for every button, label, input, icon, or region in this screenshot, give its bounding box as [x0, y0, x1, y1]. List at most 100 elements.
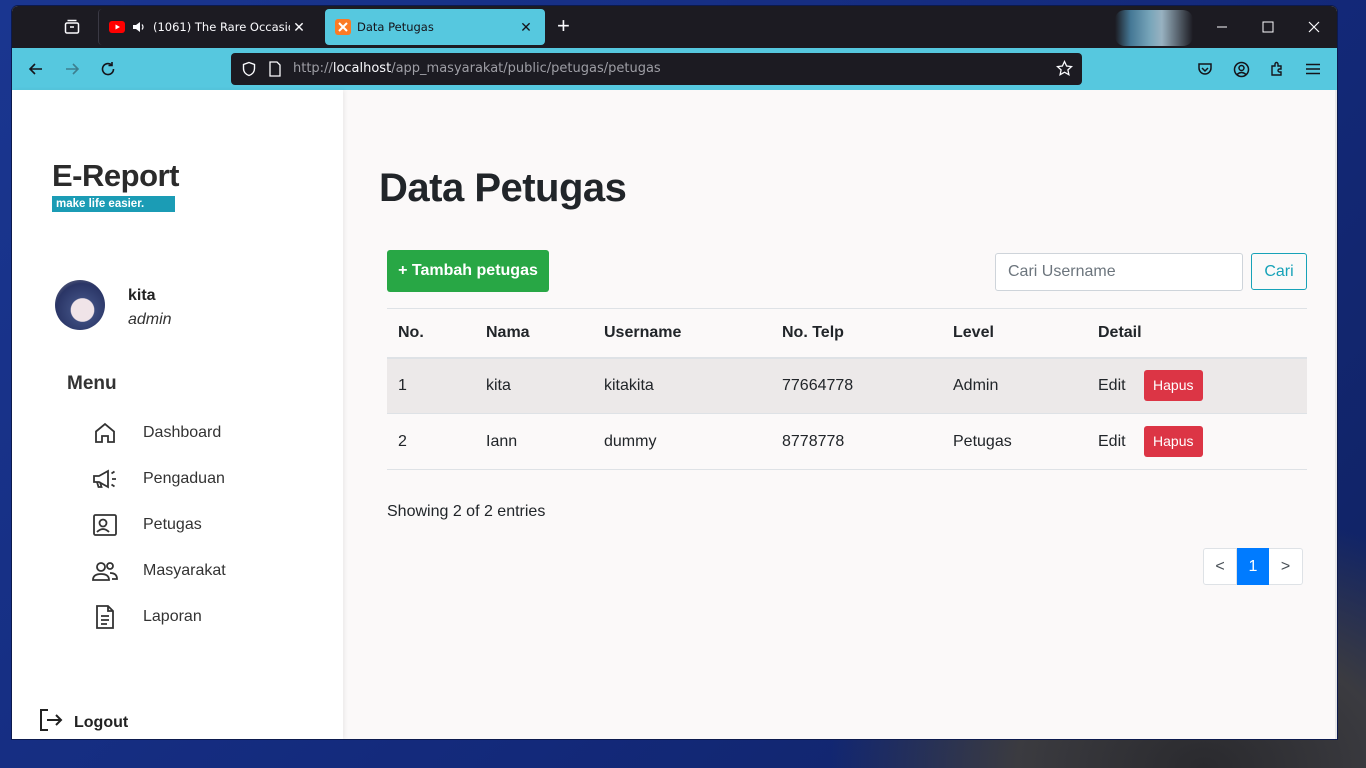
home-icon	[90, 418, 120, 448]
pocket-button[interactable]	[1192, 57, 1218, 81]
megaphone-icon	[90, 464, 120, 494]
sidebar-item-dashboard[interactable]: Dashboard	[90, 418, 221, 448]
hamburger-icon	[1306, 63, 1320, 75]
cell-level: Admin	[942, 357, 1087, 414]
delete-button[interactable]: Hapus	[1144, 426, 1203, 457]
page-1-button[interactable]: 1	[1237, 548, 1269, 585]
tab-data-petugas[interactable]: Data Petugas ✕	[325, 9, 545, 45]
prev-page-button[interactable]: <	[1203, 548, 1237, 585]
tab-title: (1061) The Rare Occasions |	[153, 20, 290, 34]
edit-link[interactable]: Edit	[1098, 433, 1126, 450]
cell-username: kitakita	[593, 357, 771, 414]
user-name: kita	[128, 287, 156, 304]
entries-summary: Showing 2 of 2 entries	[387, 503, 546, 520]
forward-button[interactable]	[59, 57, 85, 81]
cell-detail: Edit Hapus	[1087, 357, 1307, 414]
address-bar[interactable]: http://localhost/app_masyarakat/public/p…	[231, 53, 1082, 85]
navigation-bar: http://localhost/app_masyarakat/public/p…	[12, 48, 1337, 90]
users-icon	[90, 556, 120, 586]
brand-logo[interactable]: E-Report	[52, 158, 179, 194]
page-content: E-Report make life easier. kita admin Me…	[12, 90, 1337, 739]
column-header: Level	[942, 308, 1087, 359]
sidebar-item-masyarakat[interactable]: Masyarakat	[90, 556, 226, 586]
sidebar-item-petugas[interactable]: Petugas	[90, 510, 202, 540]
column-header: Username	[593, 308, 771, 359]
url-scheme: http://	[293, 61, 333, 76]
xampp-icon	[335, 19, 351, 35]
scrollbar[interactable]	[1335, 90, 1337, 739]
maximize-button[interactable]	[1245, 6, 1291, 48]
delete-button[interactable]: Hapus	[1144, 370, 1203, 402]
cell-detail: Edit Hapus	[1087, 413, 1307, 470]
puzzle-icon	[1271, 61, 1282, 76]
cell-no: 2	[387, 413, 475, 470]
youtube-icon	[109, 19, 125, 35]
add-petugas-button[interactable]: + Tambah petugas	[387, 250, 549, 292]
arrow-right-icon	[66, 63, 80, 75]
close-window-button[interactable]	[1291, 6, 1337, 48]
tab-bar-art	[1115, 10, 1193, 46]
table-row: 1 kita kitakita 77664778 Admin Edit Hapu…	[387, 357, 1307, 414]
speaker-icon[interactable]	[131, 19, 147, 35]
logout-button[interactable]: Logout	[38, 707, 128, 738]
bookmark-star-icon[interactable]	[1056, 59, 1073, 82]
user-role: admin	[128, 311, 172, 328]
account-button[interactable]	[1228, 57, 1254, 81]
sidebar-item-label: Dashboard	[143, 424, 222, 441]
column-header: No. Telp	[771, 308, 942, 359]
pocket-icon	[1198, 63, 1212, 75]
main-content: Data Petugas + Tambah petugas Cari No. N…	[343, 90, 1337, 739]
back-button[interactable]	[23, 57, 49, 81]
url-text[interactable]: http://localhost/app_masyarakat/public/p…	[293, 61, 661, 76]
sidebar-item-label: Petugas	[143, 516, 202, 533]
table-row: 2 Iann dummy 8778778 Petugas Edit Hapus	[387, 413, 1307, 470]
app-menu-button[interactable]	[1300, 57, 1326, 81]
pagination: < 1 >	[1203, 548, 1303, 585]
close-tab-icon[interactable]: ✕	[290, 19, 308, 36]
url-path: /app_masyarakat/public/petugas/petugas	[391, 61, 661, 76]
shield-icon[interactable]	[241, 61, 257, 82]
column-header: Nama	[475, 308, 593, 359]
url-host: localhost	[332, 61, 392, 76]
page-icon[interactable]	[268, 61, 282, 82]
cell-level: Petugas	[942, 413, 1087, 470]
menu-heading: Menu	[67, 373, 117, 394]
cell-telp: 77664778	[771, 357, 942, 414]
cell-nama: Iann	[475, 413, 593, 470]
browser-window: (1061) The Rare Occasions | ✕ Data Petug…	[12, 6, 1337, 739]
search-input[interactable]	[995, 253, 1243, 291]
cell-telp: 8778778	[771, 413, 942, 470]
sidebar-item-laporan[interactable]: Laporan	[90, 602, 202, 632]
close-icon	[1308, 21, 1320, 33]
avatar	[55, 280, 105, 330]
document-icon	[90, 602, 120, 632]
tab-youtube[interactable]: (1061) The Rare Occasions | ✕	[98, 9, 318, 45]
close-tab-icon[interactable]: ✕	[517, 19, 535, 36]
reload-icon	[101, 62, 115, 76]
new-tab-button[interactable]: +	[557, 15, 570, 37]
sidebar-item-label: Pengaduan	[143, 470, 225, 487]
sidebar-item-label: Laporan	[143, 608, 202, 625]
logout-icon	[38, 707, 64, 738]
table-header-row: No. Nama Username No. Telp Level Detail	[387, 308, 1307, 359]
column-header: Detail	[1087, 308, 1307, 359]
extensions-button[interactable]	[1264, 57, 1290, 81]
petugas-table: No. Nama Username No. Telp Level Detail …	[387, 308, 1307, 470]
id-card-icon	[90, 510, 120, 540]
search-button[interactable]: Cari	[1251, 253, 1307, 290]
cell-nama: kita	[475, 357, 593, 414]
tab-title: Data Petugas	[357, 20, 434, 34]
sidebar-item-label: Masyarakat	[143, 562, 226, 579]
tab-list-icon	[64, 19, 80, 34]
reload-button[interactable]	[95, 57, 121, 81]
next-page-button[interactable]: >	[1269, 548, 1303, 585]
arrow-left-icon	[28, 63, 42, 75]
tab-bar: (1061) The Rare Occasions | ✕ Data Petug…	[12, 6, 1337, 48]
sidebar: E-Report make life easier. kita admin Me…	[12, 90, 343, 739]
edit-link[interactable]: Edit	[1098, 377, 1126, 394]
page-title: Data Petugas	[379, 166, 627, 210]
column-header: No.	[387, 308, 475, 359]
sidebar-item-pengaduan[interactable]: Pengaduan	[90, 464, 225, 494]
tab-overview-button[interactable]	[52, 6, 92, 48]
minimize-button[interactable]	[1199, 6, 1245, 48]
